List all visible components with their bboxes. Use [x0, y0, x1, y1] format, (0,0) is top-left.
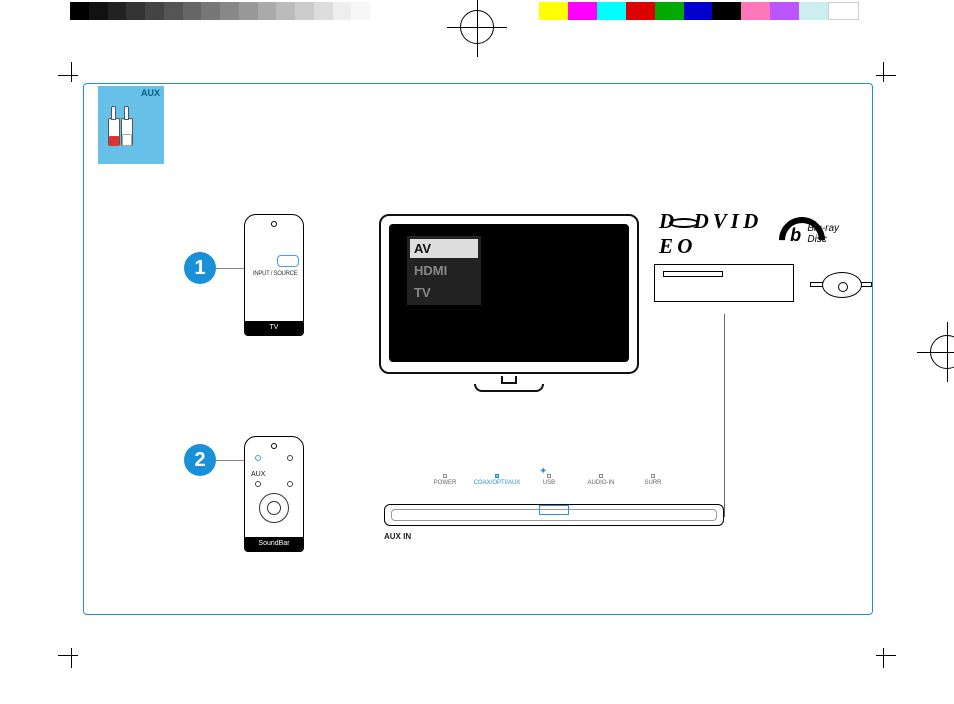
- aux-badge-label: AUX: [141, 88, 160, 98]
- cable-vertical: [724, 314, 725, 516]
- soundbar-remote: AUX SoundBar: [244, 436, 304, 552]
- disc-icon: [822, 272, 862, 298]
- crop-mark: [58, 642, 84, 668]
- input-source-label: INPUT / SOURCE: [253, 271, 297, 277]
- led-coax-opti-aux: COAX/OPTI/AUX: [471, 474, 523, 486]
- rca-cables-icon: [108, 104, 133, 152]
- print-colorbar-greyscale: [70, 2, 370, 20]
- remote-btn-icon[interactable]: [287, 481, 293, 487]
- disc-player-logos: DD V I D E O b Blu-ray Disc: [659, 214, 849, 254]
- print-colorbar-color: [539, 2, 859, 20]
- disc-player: [654, 264, 834, 316]
- input-source-button[interactable]: [277, 255, 299, 267]
- bluray-logo: b Blu-ray Disc: [779, 217, 849, 251]
- led-usb: USB: [523, 474, 575, 486]
- step-1-connector: [216, 268, 244, 269]
- soundbar-body: [384, 504, 724, 526]
- aux-badge: AUX: [98, 86, 164, 164]
- step-2-connector: [216, 460, 244, 461]
- ok-button[interactable]: [267, 501, 281, 515]
- registration-mark: [460, 10, 494, 44]
- crop-mark: [870, 62, 896, 88]
- registration-mark: [930, 335, 954, 369]
- led-audio-in: AUDIO-IN: [575, 474, 627, 486]
- step-1-badge: 1: [184, 252, 216, 284]
- tv-menu-item-tv[interactable]: TV: [410, 283, 478, 302]
- led-power: POWER: [419, 474, 471, 486]
- step-2-badge: 2: [184, 444, 216, 476]
- tv-menu-item-hdmi[interactable]: HDMI: [410, 261, 478, 280]
- aux-button-label: AUX: [251, 471, 265, 478]
- led-surr: SURR: [627, 474, 679, 486]
- crop-mark: [870, 642, 896, 668]
- remote-btn-icon[interactable]: [287, 455, 293, 461]
- soundbar-led-row: POWER COAX/OPTI/AUX USB AUDIO-IN SURR: [419, 474, 679, 486]
- crop-mark: [58, 62, 84, 88]
- remote-btn-icon[interactable]: [255, 481, 261, 487]
- remote-device-label: SoundBar: [245, 537, 303, 551]
- diagram-frame: AUX 1 INPUT / SOURCE TV 2 AUX SoundBar A…: [83, 83, 873, 615]
- soundbar-aux-port: [539, 505, 569, 515]
- tv-menu-item-av[interactable]: AV: [410, 239, 478, 258]
- disc-slot-icon: [663, 271, 723, 277]
- remote-device-label: TV: [245, 321, 303, 335]
- tv-remote: INPUT / SOURCE TV: [244, 214, 304, 336]
- remote-btn-icon[interactable]: [255, 455, 261, 461]
- tv-input-menu: AV HDMI TV: [407, 236, 481, 305]
- dvd-logo: DD V I D E O: [659, 209, 765, 259]
- aux-in-label: AUX IN: [384, 532, 411, 541]
- remote-led-icon: [271, 221, 277, 227]
- tv: AV HDMI TV: [379, 214, 639, 384]
- remote-led-icon: [271, 443, 277, 449]
